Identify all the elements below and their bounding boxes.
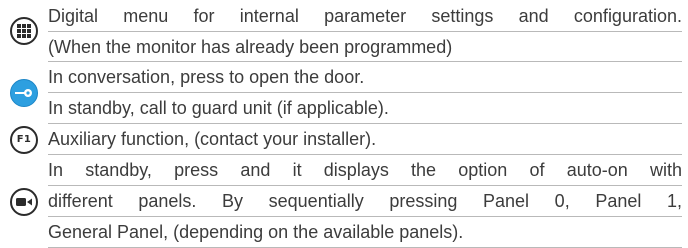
camera-autoon-icon <box>10 187 38 216</box>
autoon-description: In standby, press and it displays the op… <box>48 155 688 248</box>
autoon-description-line-1: In standby, press and it displays the op… <box>48 155 682 186</box>
grid-menu-icon <box>10 17 38 45</box>
f1-icon-label: F1 <box>16 134 32 145</box>
f1-description: Auxiliary function, (contact your instal… <box>48 124 688 155</box>
door-button-row: In conversation, press to open the door.… <box>0 62 688 124</box>
door-icon-cell <box>0 62 48 124</box>
menu-description: Digital menu for internal parameter sett… <box>48 0 688 62</box>
autoon-description-line-2: different panels. By sequentially pressi… <box>48 186 682 217</box>
autoon-button-row: In standby, press and it displays the op… <box>0 155 688 248</box>
key-door-icon <box>10 79 38 107</box>
menu-description-line-2: (When the monitor has already been progr… <box>48 32 682 62</box>
menu-description-line-1: Digital menu for internal parameter sett… <box>48 0 682 32</box>
f1-icon: F1 <box>10 125 38 154</box>
autoon-description-line-3: General Panel, (depending on the availab… <box>48 217 682 248</box>
door-description-line-2: In standby, call to guard unit (if appli… <box>48 93 682 124</box>
button-function-table: Digital menu for internal parameter sett… <box>0 0 688 248</box>
door-description-line-1: In conversation, press to open the door. <box>48 62 682 93</box>
menu-icon-cell <box>0 0 48 62</box>
menu-button-row: Digital menu for internal parameter sett… <box>0 0 688 62</box>
autoon-icon-cell <box>0 155 48 248</box>
f1-button-row: F1 Auxiliary function, (contact your ins… <box>0 124 688 155</box>
door-description: In conversation, press to open the door.… <box>48 62 688 124</box>
f1-description-line-1: Auxiliary function, (contact your instal… <box>48 124 682 155</box>
f1-icon-cell: F1 <box>0 124 48 155</box>
